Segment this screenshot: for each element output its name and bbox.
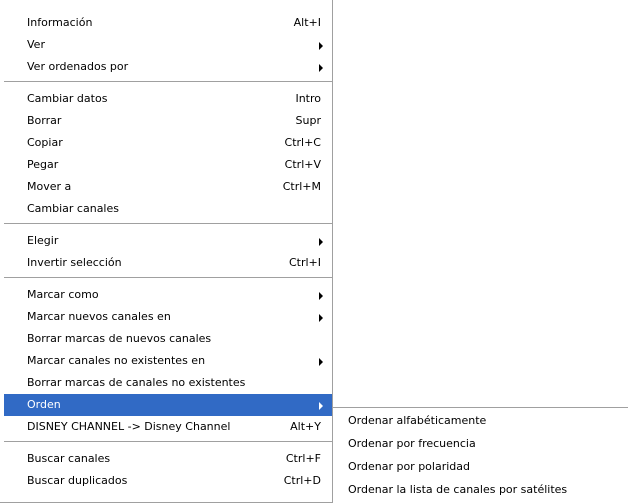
menu-item-label: Orden xyxy=(27,398,61,411)
menu-separator xyxy=(4,277,332,279)
submenu-item-ordenar-por-polaridad[interactable]: Ordenar por polaridad xyxy=(333,455,628,478)
submenu-item-ordenar-por-frecuencia[interactable]: Ordenar por frecuencia xyxy=(333,432,628,455)
menu-item-label: DISNEY CHANNEL -> Disney Channel xyxy=(27,420,231,433)
menu-item-buscar-duplicados[interactable]: Buscar duplicados Ctrl+D xyxy=(4,470,332,492)
menu-item-label: Borrar marcas de nuevos canales xyxy=(27,332,212,345)
menu-item-label: Información xyxy=(27,16,93,29)
submenu-arrow-icon xyxy=(319,402,323,410)
submenu-arrow-icon xyxy=(319,292,323,300)
menu-item-marcar-nuevos-canales-en[interactable]: Marcar nuevos canales en xyxy=(4,306,332,328)
menu-item-label: Elegir xyxy=(27,234,59,247)
menu-item-borrar-marcas-de-canales-no-existentes[interactable]: Borrar marcas de canales no existentes xyxy=(4,372,332,394)
menu-item-label: Pegar xyxy=(27,158,59,171)
menu-item-shortcut: Ctrl+V xyxy=(284,158,321,171)
menu-item-label: Buscar canales xyxy=(27,452,111,465)
menu-separator xyxy=(4,441,332,443)
menu-item-marcar-como[interactable]: Marcar como xyxy=(4,284,332,306)
orden-submenu: Ordenar alfabéticamente Ordenar por frecu… xyxy=(333,407,628,503)
menu-item-informacion[interactable]: Información Alt+I xyxy=(4,12,332,34)
menu-separator xyxy=(4,223,332,225)
menu-item-label: Cambiar datos xyxy=(27,92,108,105)
menu-item-label: Buscar duplicados xyxy=(27,474,128,487)
menu-item-shortcut: Ctrl+F xyxy=(285,452,321,465)
menu-item-borrar[interactable]: Borrar Supr xyxy=(4,110,332,132)
menu-item-label: Copiar xyxy=(27,136,63,149)
menu-item-shortcut: Alt+I xyxy=(293,16,321,29)
menu-item-label: Marcar canales no existentes en xyxy=(27,354,206,367)
menu-item-label: Borrar marcas de canales no existentes xyxy=(27,376,246,389)
submenu-item-ordenar-alfabeticamente[interactable]: Ordenar alfabéticamente xyxy=(333,409,628,432)
menu-item-label: Ver xyxy=(27,38,45,51)
submenu-arrow-icon xyxy=(319,42,323,50)
menu-item-orden[interactable]: Orden xyxy=(4,394,332,416)
menu-item-shortcut: Alt+Y xyxy=(290,420,321,433)
submenu-item-ordenar-la-lista-de-canales-por-satelites[interactable]: Ordenar la lista de canales por satélite… xyxy=(333,478,628,501)
menu-item-borrar-marcas-de-nuevos-canales[interactable]: Borrar marcas de nuevos canales xyxy=(4,328,332,350)
submenu-arrow-icon xyxy=(319,358,323,366)
menu-item-cambiar-datos[interactable]: Cambiar datos Intro xyxy=(4,88,332,110)
menu-item-elegir[interactable]: Elegir xyxy=(4,230,332,252)
menu-item-invertir-seleccion[interactable]: Invertir selección Ctrl+I xyxy=(4,252,332,274)
menu-item-shortcut: Supr xyxy=(295,114,321,127)
menu-item-label: Marcar como xyxy=(27,288,99,301)
menu-item-shortcut: Intro xyxy=(295,92,321,105)
menu-item-copiar[interactable]: Copiar Ctrl+C xyxy=(4,132,332,154)
submenu-arrow-icon xyxy=(319,238,323,246)
menu-item-ver[interactable]: Ver xyxy=(4,34,332,56)
menu-item-shortcut: Ctrl+C xyxy=(284,136,321,149)
menu-item-mover-a[interactable]: Mover a Ctrl+M xyxy=(4,176,332,198)
menu-item-shortcut: Ctrl+D xyxy=(283,474,321,487)
menu-item-label: Borrar xyxy=(27,114,62,127)
menu-item-label: Invertir selección xyxy=(27,256,122,269)
menu-item-label: Marcar nuevos canales en xyxy=(27,310,171,323)
menu-item-buscar-canales[interactable]: Buscar canales Ctrl+F xyxy=(4,448,332,470)
menu-item-marcar-canales-no-existentes-en[interactable]: Marcar canales no existentes en xyxy=(4,350,332,372)
menu-item-label: Mover a xyxy=(27,180,72,193)
menu-item-label: Ver ordenados por xyxy=(27,60,129,73)
submenu-arrow-icon xyxy=(319,64,323,72)
submenu-arrow-icon xyxy=(319,314,323,322)
menu-item-cambiar-canales[interactable]: Cambiar canales xyxy=(4,198,332,220)
menu-item-pegar[interactable]: Pegar Ctrl+V xyxy=(4,154,332,176)
context-menu-items: Información Alt+I Ver Ver ordenados por Camb… xyxy=(4,12,332,492)
context-menu: Información Alt+I Ver Ver ordenados por Camb… xyxy=(0,0,333,503)
menu-item-shortcut: Ctrl+M xyxy=(282,180,321,193)
menu-item-shortcut: Ctrl+I xyxy=(288,256,321,269)
menu-item-label: Cambiar canales xyxy=(27,202,119,215)
menu-item-ver-ordenados-por[interactable]: Ver ordenados por xyxy=(4,56,332,78)
menu-item-disney-channel-disney-channel[interactable]: DISNEY CHANNEL -> Disney Channel Alt+Y xyxy=(4,416,332,438)
menu-separator xyxy=(4,81,332,83)
